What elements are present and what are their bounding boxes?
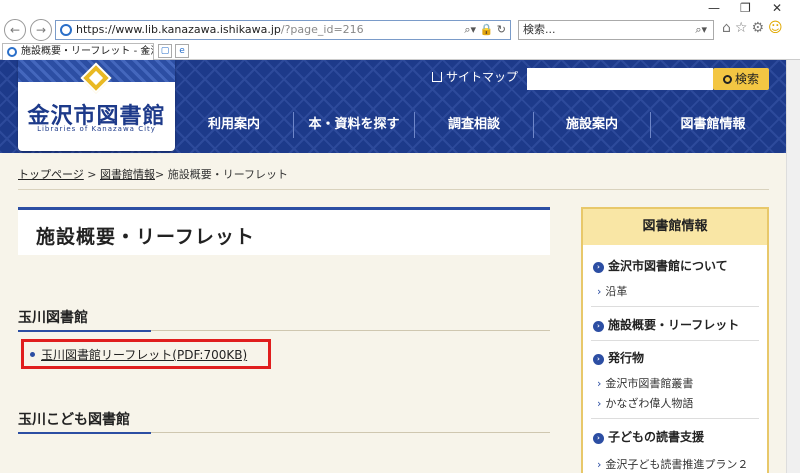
chevron-right-icon: › (597, 285, 602, 298)
page-title: 施設概要・リーフレット (36, 226, 255, 248)
heading-accent (18, 330, 151, 332)
sidebar-divider (591, 306, 759, 307)
nav-library-info[interactable]: 図書館情報 (651, 98, 775, 151)
heading-accent (18, 432, 151, 434)
chevron-right-icon: › (593, 433, 604, 444)
sidebar-divider (591, 418, 759, 419)
bullet-icon (30, 352, 35, 357)
leaflet-pdf-link[interactable]: 玉川図書館リーフレット(PDF:700KB) (30, 346, 247, 363)
breadcrumb-current: 施設概要・リーフレット (167, 168, 289, 181)
sidebar-subitem-series[interactable]: › 金沢市図書館叢書 (597, 375, 693, 391)
restore-icon[interactable]: ❐ (740, 2, 751, 14)
breadcrumb: トップページ > 図書館情報> 施設概要・リーフレット (18, 166, 288, 182)
site-search-input[interactable] (527, 68, 713, 90)
breadcrumb-divider (18, 189, 769, 190)
chevron-right-icon: › (593, 354, 604, 365)
sidebar-item-publications[interactable]: › 発行物 (593, 349, 644, 366)
logo-subtitle: Libraries of Kanazawa City (37, 125, 156, 133)
gear-icon[interactable]: ⚙ (751, 20, 768, 36)
breadcrumb-separator: > (87, 168, 97, 181)
breadcrumb-parent[interactable]: 図書館情報 (100, 168, 155, 181)
sidebar-title: 図書館情報 (583, 209, 767, 245)
browser-search-input[interactable]: 検索... ⌕▾ (518, 20, 714, 40)
ie-tab-icon[interactable]: e (175, 44, 189, 58)
sidebar-subitem-history[interactable]: › 沿革 (597, 283, 627, 299)
site-logo[interactable]: 金沢市図書館 Libraries of Kanazawa City (18, 60, 175, 151)
url-text: https://www.lib.kanazawa.ishikawa.jp/?pa… (76, 23, 364, 36)
chevron-right-icon: › (593, 262, 604, 273)
sidebar-item-children-reading[interactable]: › 子どもの読書支援 (593, 428, 704, 445)
sidebar: 図書館情報 › 金沢市図書館について › 沿革 › 施設概要・リーフレット › 発行物 … (581, 207, 769, 473)
breadcrumb-separator: > (155, 168, 165, 181)
ie-icon (60, 24, 72, 36)
new-tab-icon[interactable]: ▢ (158, 44, 172, 58)
sidebar-subitem-ijin[interactable]: › かなざわ偉人物語 (597, 395, 693, 411)
refresh-icon[interactable]: ↻ (497, 23, 506, 36)
address-actions: ⌕▾ 🔒 ↻ (464, 21, 506, 39)
favorites-icon[interactable]: ☆ (735, 20, 752, 36)
lock-icon[interactable]: 🔒 (480, 23, 494, 36)
sitemap-link[interactable]: サイトマップ (432, 68, 518, 85)
section-heading-kodomo: 玉川こども図書館 (18, 409, 550, 434)
scrollbar[interactable] (786, 60, 800, 473)
sidebar-item-facilities[interactable]: › 施設概要・リーフレット (593, 316, 739, 333)
address-bar[interactable]: https://www.lib.kanazawa.ishikawa.jp/?pa… (55, 20, 511, 40)
minimize-icon[interactable]: — (708, 2, 720, 14)
forward-icon[interactable]: → (30, 19, 52, 41)
nav-reference[interactable]: 調査相談 (415, 98, 533, 151)
chevron-right-icon: › (597, 377, 602, 390)
smiley-icon[interactable]: ☺ (768, 20, 787, 36)
site-search-button[interactable]: 検索 (713, 68, 769, 90)
ie-icon (7, 47, 17, 57)
tab-active[interactable]: 施設概要・リーフレット - 金沢... ✕ (2, 43, 154, 60)
page-title-box: 施設概要・リーフレット (18, 207, 550, 255)
search-icon (722, 75, 732, 84)
browser-address-row: ← → https://www.lib.kanazawa.ishikawa.jp… (0, 18, 800, 42)
section-heading-tamagawa: 玉川図書館 (18, 307, 550, 332)
chevron-right-icon: › (597, 458, 602, 471)
nav-usage-guide[interactable]: 利用案内 (175, 98, 293, 151)
browser-title-bar: — ❐ ✕ (0, 0, 800, 18)
search-icon[interactable]: ⌕▾ (695, 21, 707, 39)
close-icon[interactable]: ✕ (772, 2, 782, 14)
sidebar-divider (591, 340, 759, 341)
breadcrumb-home[interactable]: トップページ (18, 168, 84, 181)
chevron-right-icon: › (597, 397, 602, 410)
sidebar-subitem-reading-plan[interactable]: › 金沢子ども読書推進プラン２ (597, 456, 748, 472)
nav-search-materials[interactable]: 本・資料を探す (294, 98, 414, 151)
nav-facilities[interactable]: 施設案内 (534, 98, 650, 151)
home-icon[interactable]: ⌂ (722, 20, 735, 36)
chevron-right-icon: › (593, 321, 604, 332)
back-icon[interactable]: ← (4, 19, 26, 41)
sitemap-icon (432, 72, 442, 82)
sidebar-item-about[interactable]: › 金沢市図書館について (593, 257, 728, 274)
close-tab-icon[interactable]: ✕ (141, 44, 149, 59)
search-dropdown-icon[interactable]: ⌕▾ (464, 23, 476, 36)
browser-tab-row: 施設概要・リーフレット - 金沢... ✕ ▢ e (0, 42, 800, 60)
global-nav: 利用案内 本・資料を探す 調査相談 施設案内 図書館情報 (175, 98, 775, 151)
browser-tools: ⌂☆⚙☺ (722, 20, 787, 36)
